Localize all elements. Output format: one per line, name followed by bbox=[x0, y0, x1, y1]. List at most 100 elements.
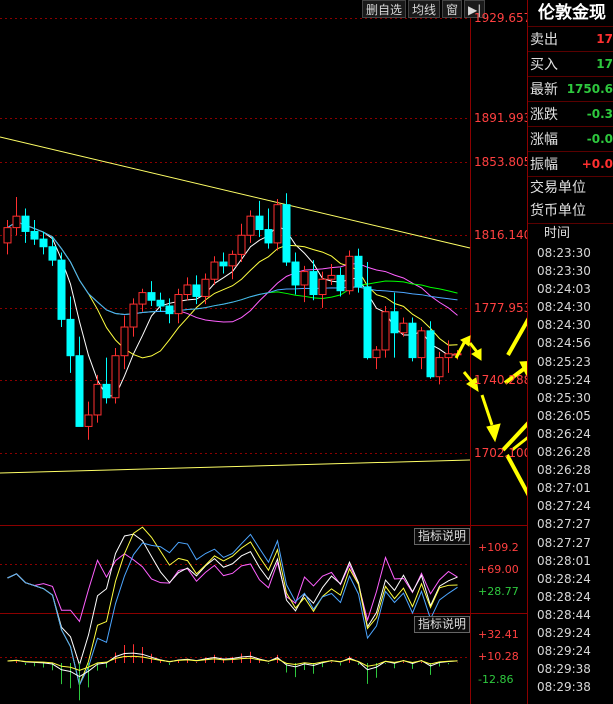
tick-time-row: 08:23:30 bbox=[537, 246, 591, 260]
candle-body bbox=[363, 286, 372, 359]
tick-time-row: 08:25:24 bbox=[537, 372, 591, 387]
tick-time-row: 08:26:05 bbox=[537, 408, 591, 423]
candle-body bbox=[210, 261, 219, 280]
trade-unit-label: 交易单位 bbox=[528, 176, 613, 200]
tick-time-row: 08:25:23 bbox=[537, 354, 591, 369]
price-tick: 1740.288 bbox=[474, 373, 532, 387]
indicator2-tick: -12.86 bbox=[478, 673, 514, 686]
candlesticks bbox=[3, 193, 462, 440]
candle-body bbox=[93, 383, 102, 416]
indicator2-tick: +32.41 bbox=[478, 628, 519, 641]
candle-body bbox=[57, 259, 66, 320]
instrument-title: 伦敦金现 bbox=[538, 3, 606, 23]
price-tick: 1891.993 bbox=[474, 111, 532, 125]
candle-body bbox=[390, 311, 399, 334]
tick-time-row: 08:28:24 bbox=[537, 589, 591, 604]
candle-body bbox=[336, 274, 345, 292]
tick-time-row: 08:24:56 bbox=[537, 336, 591, 351]
tick-time-row: 08:29:38 bbox=[537, 680, 591, 695]
candle-body bbox=[408, 322, 417, 359]
indicator1-tick: +109.2 bbox=[478, 541, 519, 554]
quote-row-last: 最新 1750.6 bbox=[528, 76, 613, 101]
candle-body bbox=[138, 292, 147, 305]
candle-body bbox=[30, 230, 39, 240]
window-button[interactable]: 窗 bbox=[442, 0, 463, 18]
tick-time-row: 08:29:24 bbox=[537, 644, 591, 659]
candle-body bbox=[84, 414, 93, 427]
tick-time-row: 08:24:03 bbox=[537, 282, 591, 297]
quote-row-amplitude: 振幅 +0.0 bbox=[528, 151, 613, 176]
tick-time-row: 08:28:24 bbox=[537, 571, 591, 586]
tick-time-row: 08:26:24 bbox=[537, 426, 591, 441]
candle-body bbox=[147, 292, 156, 301]
indicator2-help-button[interactable]: 指标说明 bbox=[414, 616, 470, 633]
candle-body bbox=[417, 330, 426, 359]
candle-body bbox=[129, 303, 138, 328]
candle-body bbox=[102, 383, 111, 399]
tick-time-row: 08:24:30 bbox=[537, 318, 591, 333]
candle-body bbox=[327, 274, 336, 280]
tick-time-row: 08:29:24 bbox=[537, 625, 591, 640]
kline-chart[interactable] bbox=[0, 0, 613, 704]
candle-body bbox=[237, 234, 246, 255]
moving-average-button[interactable]: 均线 bbox=[408, 0, 441, 18]
chart-toolbar: 删自选 均线 窗 ▶| bbox=[362, 0, 486, 18]
candle-body bbox=[426, 330, 435, 378]
candle-body bbox=[435, 357, 444, 378]
quote-row-change-pct: 涨幅 -0.0 bbox=[528, 126, 613, 151]
indicator2-tick: +10.28 bbox=[478, 650, 519, 663]
tick-time-row: 08:29:38 bbox=[537, 662, 591, 677]
tick-time-row: 08:27:01 bbox=[537, 481, 591, 496]
tick-time-list[interactable]: 08:23:30 08:23:30 08:24:03 08:24:30 08:24:30… bbox=[528, 244, 613, 696]
price-tick: 1929.657 bbox=[474, 11, 532, 25]
candle-body bbox=[291, 261, 300, 286]
candle-body bbox=[156, 299, 165, 307]
candle-body bbox=[399, 322, 408, 334]
candle-body bbox=[219, 261, 228, 267]
candle-body bbox=[381, 311, 390, 351]
candle-body bbox=[21, 215, 30, 232]
delete-watchlist-button[interactable]: 删自选 bbox=[362, 0, 407, 18]
candle-body bbox=[255, 215, 264, 231]
ma-line-10 bbox=[7, 221, 458, 359]
tick-time-row: 08:27:27 bbox=[537, 517, 591, 532]
quote-row-sell: 卖出 17 bbox=[528, 26, 613, 51]
candle-body bbox=[444, 353, 453, 359]
candle-body bbox=[300, 271, 309, 286]
indicator1-tick: +69.00 bbox=[478, 563, 519, 576]
tick-time-row: 08:28:01 bbox=[537, 553, 591, 568]
indicator2-bars bbox=[7, 644, 458, 701]
quote-row-buy: 买入 17 bbox=[528, 51, 613, 76]
candle-body bbox=[174, 294, 183, 315]
candle-body bbox=[318, 278, 327, 296]
candle-body bbox=[111, 355, 120, 399]
tick-time-row: 08:23:30 bbox=[537, 264, 591, 279]
candle-body bbox=[282, 204, 291, 263]
price-tick: 1816.140 bbox=[474, 228, 532, 242]
candle-body bbox=[372, 349, 381, 359]
tick-time-row: 08:27:24 bbox=[537, 499, 591, 514]
candle-body bbox=[264, 229, 273, 244]
candle-body bbox=[48, 246, 57, 261]
price-tick: 1702.100 bbox=[474, 446, 532, 460]
candle-body bbox=[12, 215, 21, 229]
candle-body bbox=[273, 204, 282, 244]
price-tick: 1853.805 bbox=[474, 155, 532, 169]
price-tick: 1777.953 bbox=[474, 301, 532, 315]
tick-time-row: 08:27:27 bbox=[537, 535, 591, 550]
candle-body bbox=[228, 253, 237, 267]
candle-body bbox=[39, 238, 48, 248]
indicator1-help-button[interactable]: 指标说明 bbox=[414, 528, 470, 545]
candle-body bbox=[345, 255, 354, 292]
candle-body bbox=[309, 271, 318, 296]
tick-time-row: 08:25:30 bbox=[537, 390, 591, 405]
tick-time-row: 08:28:44 bbox=[537, 607, 591, 622]
candle-body bbox=[3, 227, 12, 244]
candle-body bbox=[201, 278, 210, 297]
time-header: 时间 bbox=[528, 223, 613, 244]
candle-body bbox=[246, 215, 255, 236]
candle-body bbox=[75, 355, 84, 427]
tick-time-row: 08:26:28 bbox=[537, 445, 591, 460]
candle-body bbox=[66, 318, 75, 357]
candle-body bbox=[192, 284, 201, 297]
